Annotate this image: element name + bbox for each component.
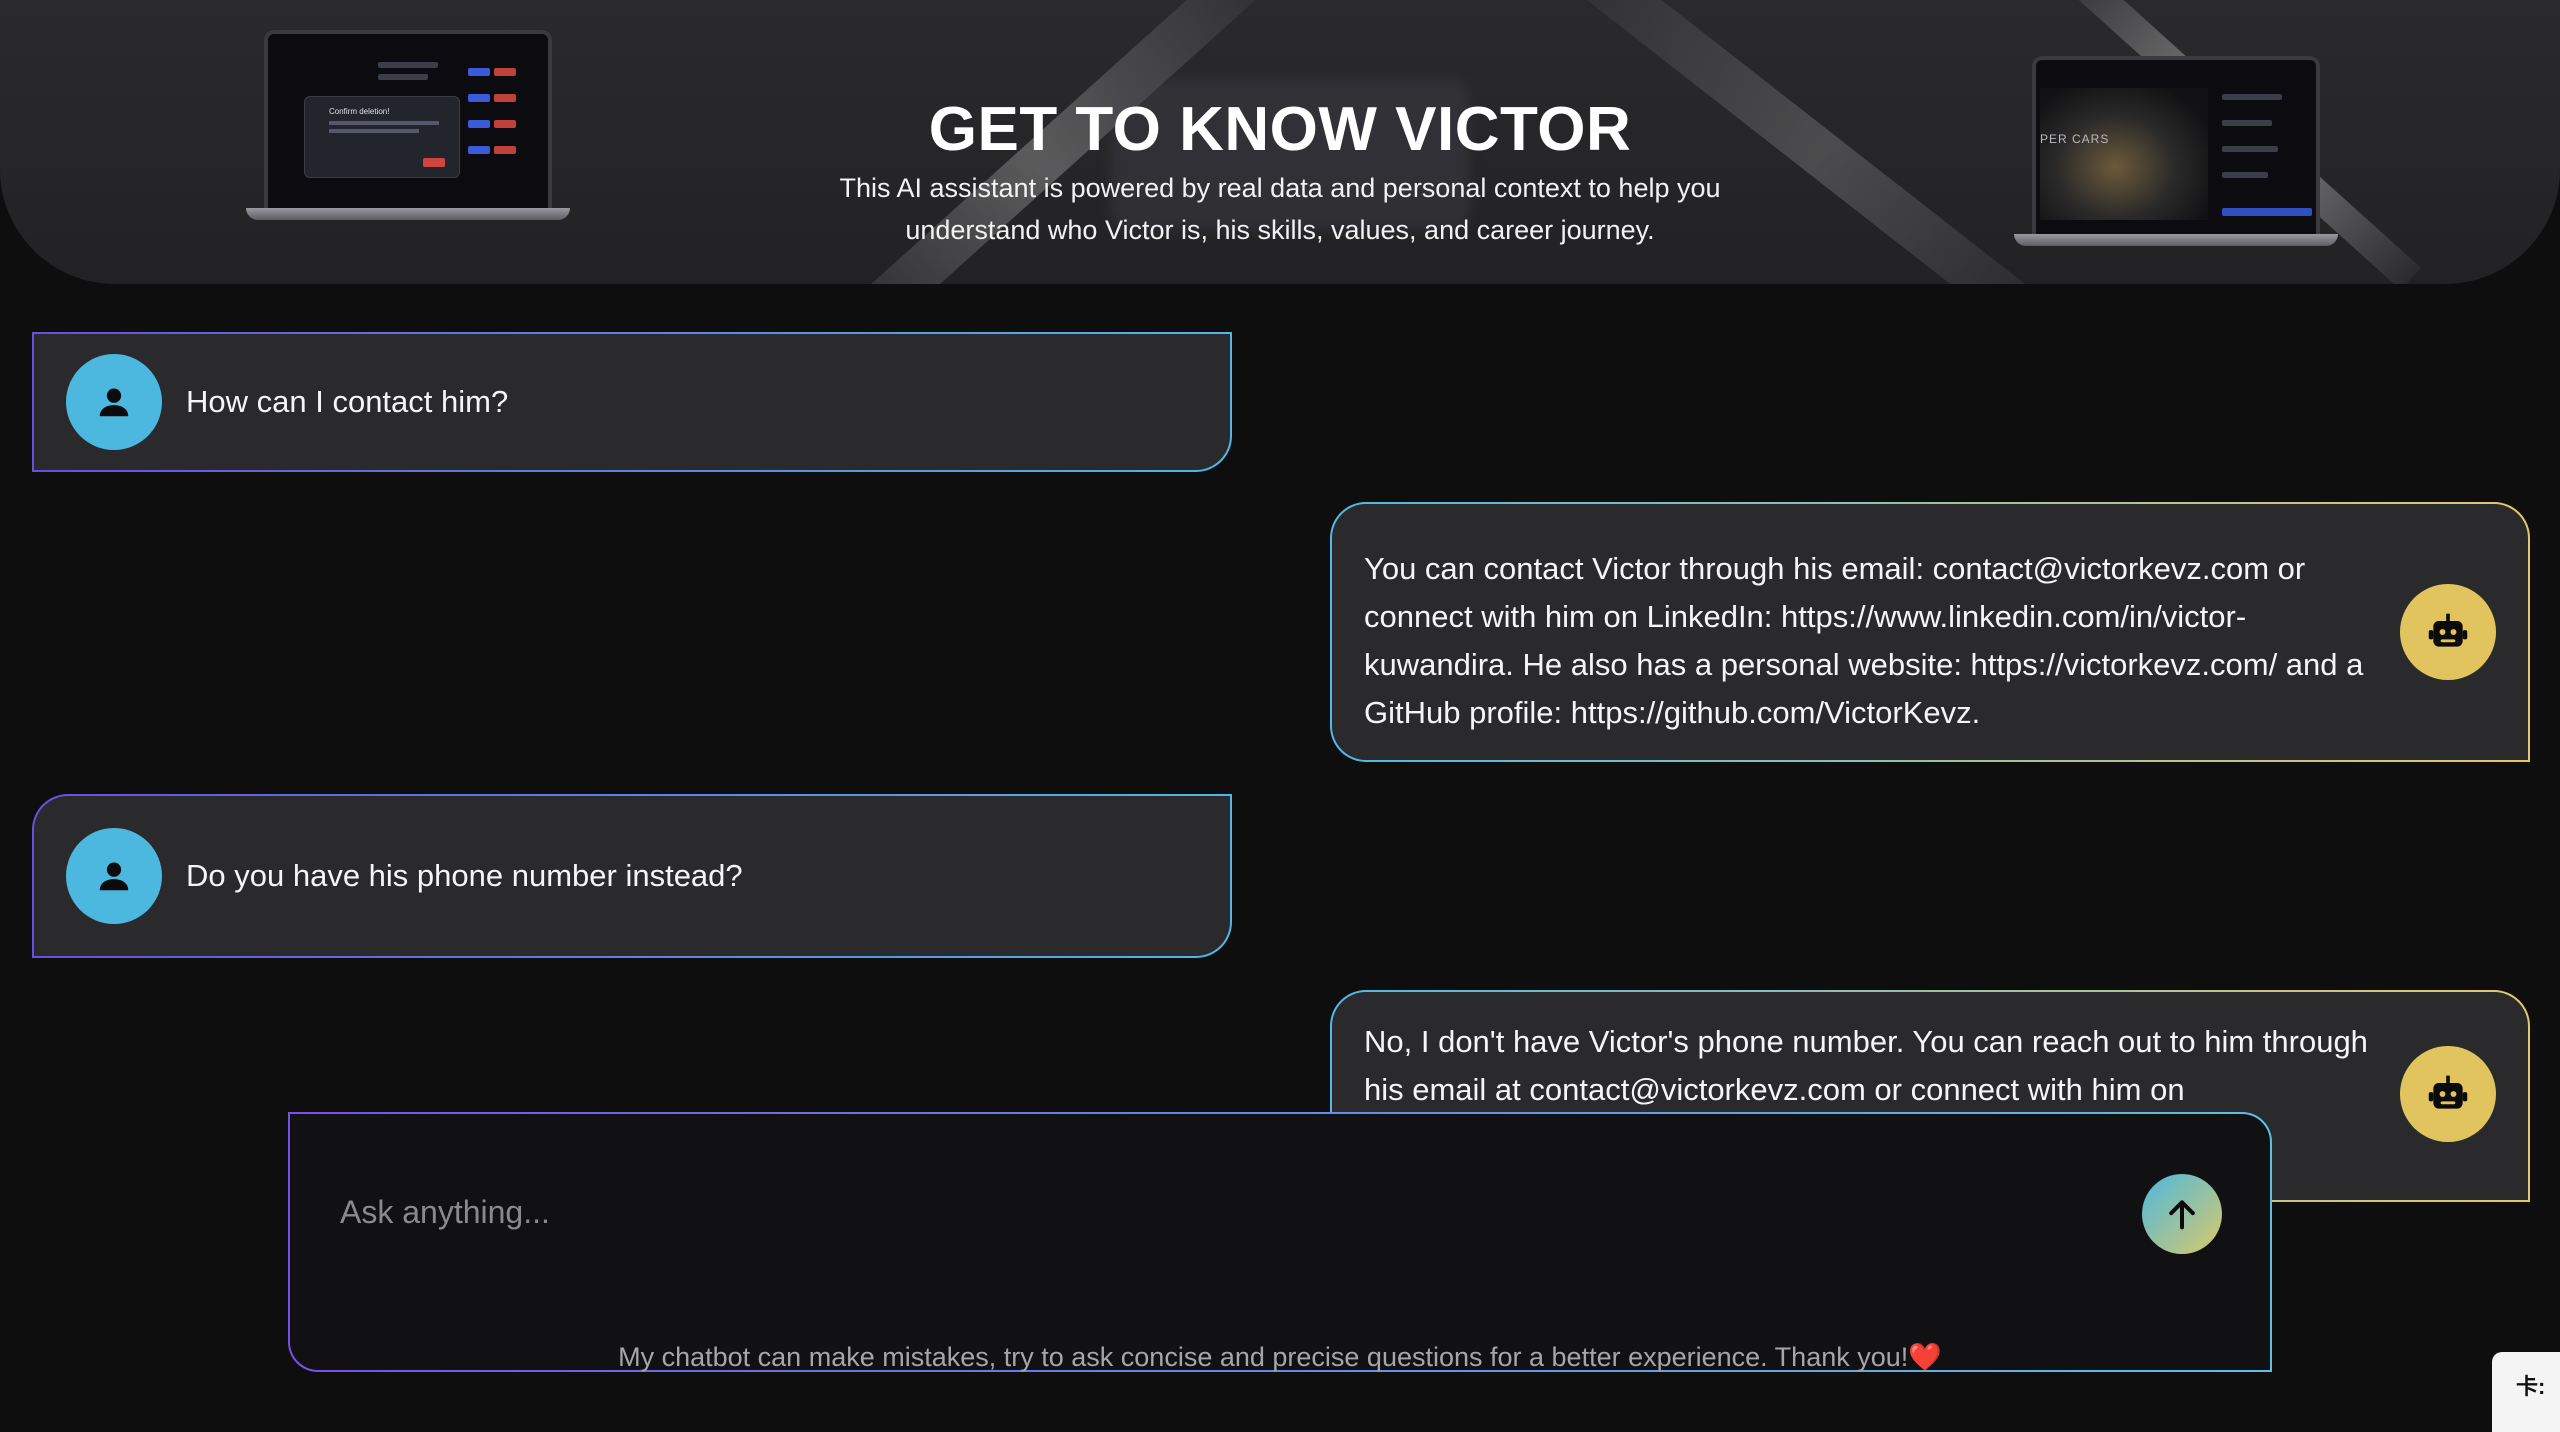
bot-message-text: No, I don't have Victor's phone number. … (1364, 1024, 2368, 1107)
arrow-up-icon (2169, 1200, 2195, 1230)
bot-message: You can contact Victor through his email… (1330, 502, 2530, 762)
person-icon (99, 862, 129, 891)
user-avatar (66, 354, 162, 450)
bot-message-text: You can contact Victor through his email… (1364, 551, 2364, 730)
send-button[interactable] (2142, 1174, 2222, 1254)
robot-icon (2428, 613, 2468, 647)
disclaimer-text: My chatbot can make mistakes, try to ask… (618, 1342, 1942, 1372)
person-icon (99, 388, 129, 417)
user-avatar (66, 828, 162, 924)
hero-banner: Confirm deletion! PER CARS GET TO KNOW V… (0, 0, 2560, 284)
bot-avatar (2400, 1046, 2496, 1142)
laptop-base (2014, 234, 2338, 246)
robot-icon (2428, 1075, 2468, 1109)
bot-avatar (2400, 584, 2496, 680)
page-title: GET TO KNOW VICTOR (928, 94, 1632, 164)
chat-composer: My chatbot can make mistakes, try to ask… (288, 1112, 2272, 1372)
user-message: How can I contact him? (32, 332, 1232, 472)
user-message-text: Do you have his phone number instead? (186, 858, 743, 893)
laptop-base (246, 208, 570, 220)
ask-input[interactable] (338, 1186, 2042, 1238)
page-subtitle: This AI assistant is powered by real dat… (839, 173, 1721, 245)
user-message-text: How can I contact him? (186, 384, 509, 419)
user-message: Do you have his phone number instead? (32, 794, 1232, 958)
corner-widget[interactable]: 卡: (2492, 1352, 2560, 1432)
